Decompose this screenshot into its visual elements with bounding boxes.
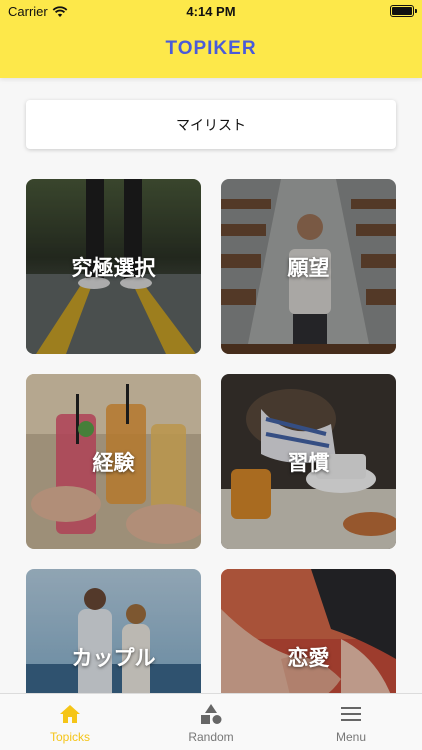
tab-menu[interactable]: Menu [301, 702, 401, 746]
topic-label: 経験 [92, 450, 135, 475]
mylist-label: マイリスト [176, 117, 246, 134]
topic-label: 願望 [287, 255, 330, 280]
topic-card-habit[interactable]: 習慣 [221, 374, 396, 549]
status-bar: Carrier 4:14 PM [0, 0, 422, 24]
tab-label: Random [188, 730, 234, 744]
topic-card-experience[interactable]: 経験 [26, 374, 201, 549]
app-title: TOPIKER [165, 38, 257, 59]
tab-label: Topicks [49, 730, 90, 744]
mylist-button[interactable]: マイリスト [26, 100, 396, 149]
tab-topicks[interactable]: Topicks [20, 702, 120, 746]
tab-label: Menu [335, 730, 367, 744]
tab-bar: Topicks Random Menu [0, 693, 422, 750]
topic-label: 習慣 [287, 450, 330, 475]
status-time: 4:14 PM [186, 4, 236, 19]
home-icon [60, 705, 80, 723]
battery-icon [390, 5, 417, 17]
hamburger-icon [341, 707, 361, 721]
tab-random[interactable]: Random [161, 702, 261, 746]
top-bar: Carrier 4:14 PM TOPIKER [0, 0, 422, 78]
topic-card-ultimate-choice[interactable]: 究極選択 [26, 179, 201, 354]
topic-card-wish[interactable]: 願望 [221, 179, 396, 354]
topic-label: 究極選択 [71, 255, 156, 280]
shapes-icon [201, 704, 222, 724]
